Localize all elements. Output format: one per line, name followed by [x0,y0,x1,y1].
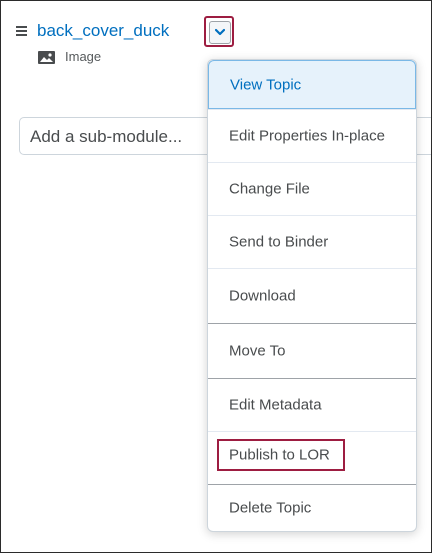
menu-item-label: Delete Topic [229,499,312,517]
menu-item-view-topic[interactable]: View Topic [208,60,416,109]
menu-item-label: Edit Properties In-place [229,127,385,145]
context-menu: View Topic Edit Properties In-place Chan… [207,59,417,532]
menu-item-edit-properties[interactable]: Edit Properties In-place [208,109,416,162]
add-submodule-placeholder: Add a sub-module... [30,127,183,146]
menu-item-label: Change File [229,180,310,198]
menu-item-publish-to-lor[interactable]: Publish to LOR [208,431,416,484]
menu-item-change-file[interactable]: Change File [208,162,416,215]
menu-item-label: Send to Binder [229,233,329,251]
menu-item-edit-metadata[interactable]: Edit Metadata [208,378,416,431]
menu-item-delete-topic[interactable]: Delete Topic [208,484,416,531]
menu-item-label: Download [229,287,296,305]
image-icon [38,51,55,64]
module-panel: back_cover_duck Image Add a sub-module..… [0,0,432,553]
topic-title-link[interactable]: back_cover_duck [37,21,169,41]
chevron-down-icon [215,28,225,36]
menu-item-send-to-binder[interactable]: Send to Binder [208,215,416,268]
drag-handle-icon[interactable] [16,26,27,37]
menu-item-move-to[interactable]: Move To [208,323,416,378]
context-menu-button[interactable] [204,16,234,47]
menu-item-label: Move To [229,342,286,360]
menu-item-label: View Topic [230,76,302,93]
menu-item-label: Publish to LOR [229,446,330,464]
topic-type-label: Image [65,49,102,64]
highlight-outline: Publish to LOR [217,439,345,471]
menu-item-download[interactable]: Download [208,268,416,323]
menu-item-label: Edit Metadata [229,396,322,414]
